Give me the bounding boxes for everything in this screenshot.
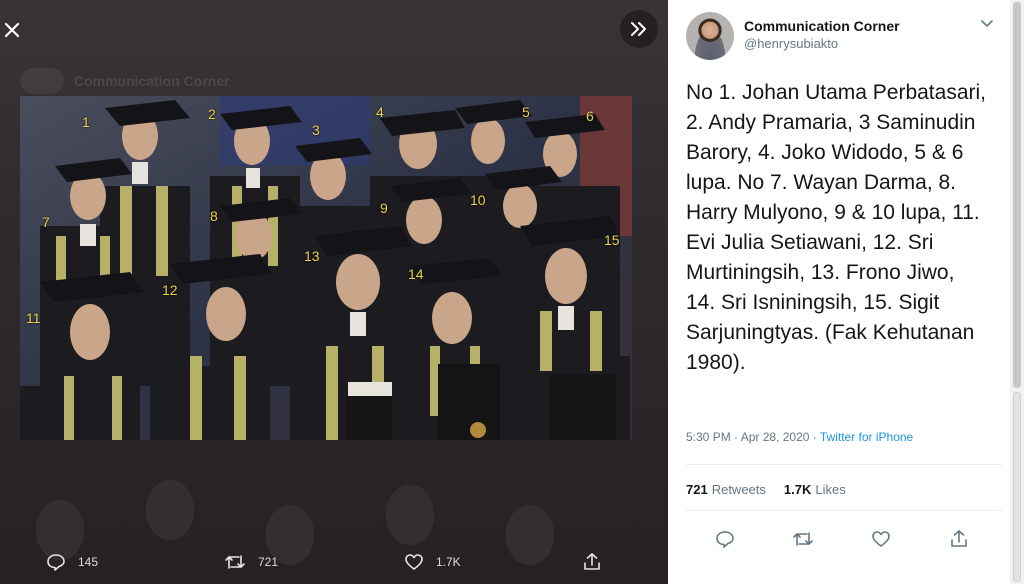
photo-label: 14 [408,266,424,282]
retweet-icon [793,532,813,546]
tweet-action-bar [686,524,986,554]
photo-label: 7 [42,214,50,230]
divider [686,510,1002,511]
graduation-photo[interactable]: 1 2 3 4 5 6 7 8 9 10 11 12 13 14 15 [20,96,632,440]
photo-label: 1 [82,114,90,130]
ghost-author-name: Communication Corner [74,73,230,89]
close-icon [4,22,20,38]
share-icon [584,553,600,570]
reply-icon [716,531,734,548]
photo-label: 12 [162,282,178,298]
retweets-label: Retweets [711,482,766,497]
expand-panel-button[interactable] [620,10,658,48]
photo-label: 9 [380,200,388,216]
photo-label: 10 [470,192,486,208]
photo-label: 15 [604,232,620,248]
viewer-retweet-count: 721 [258,555,279,569]
ghost-tweet-header: Communication Corner [20,68,230,94]
photo-label: 11 [26,310,41,326]
avatar[interactable] [686,12,734,60]
source-link[interactable]: Twitter for iPhone [820,430,913,444]
photo-label: 5 [522,104,530,120]
photo-label: 13 [304,248,320,264]
photo-label: 4 [376,104,384,120]
scrollbar-thumb[interactable] [1013,2,1021,388]
double-chevron-right-icon [631,22,646,36]
tweet-stats: 721 Retweets 1.7K Likes [686,482,846,497]
heart-icon [405,554,423,570]
viewer-like-count: 1.7K [436,555,461,569]
tweet-header: Communication Corner @henrysubiakto [686,12,900,60]
reply-button[interactable] [710,524,740,554]
divider [686,464,1002,465]
tweet-options-button[interactable] [980,16,994,32]
close-button[interactable] [0,12,24,48]
viewer-action-bar: 145 721 1.7K [0,540,668,584]
viewer-reply-button[interactable]: 145 [46,552,98,572]
like-button[interactable] [866,524,896,554]
photo-illustration [20,96,632,440]
viewer-like-button[interactable]: 1.7K [404,552,461,572]
photo-label: 8 [210,208,218,224]
timestamp[interactable]: 5:30 PM · Apr 28, 2020 · [686,430,820,444]
likes-stat[interactable]: 1.7K Likes [784,482,846,497]
tweet-text: No 1. Johan Utama Perbatasari, 2. Andy P… [686,81,986,374]
tweet-meta: 5:30 PM · Apr 28, 2020 · Twitter for iPh… [686,430,913,444]
viewer-reply-count: 145 [78,555,99,569]
chevron-down-icon [981,20,993,27]
reply-icon [47,554,65,571]
photo-label: 3 [312,122,320,138]
handle[interactable]: @henrysubiakto [744,36,900,51]
display-name[interactable]: Communication Corner [744,18,900,34]
share-button[interactable] [944,524,974,554]
heart-icon [872,531,890,547]
likes-value: 1.7K [783,482,812,497]
retweet-button[interactable] [788,524,818,554]
retweets-stat[interactable]: 721 Retweets [686,482,766,497]
photo-label: 6 [586,108,594,124]
retweet-icon [225,555,245,569]
retweets-value: 721 [686,482,708,497]
viewer-retweet-button[interactable]: 721 [224,552,278,572]
ghost-avatar [20,68,64,94]
scrollbar-lower[interactable] [1013,392,1021,582]
share-icon [951,530,967,547]
likes-label: Likes [815,482,846,497]
photo-label: 2 [208,106,216,122]
viewer-share-button[interactable] [582,552,602,572]
